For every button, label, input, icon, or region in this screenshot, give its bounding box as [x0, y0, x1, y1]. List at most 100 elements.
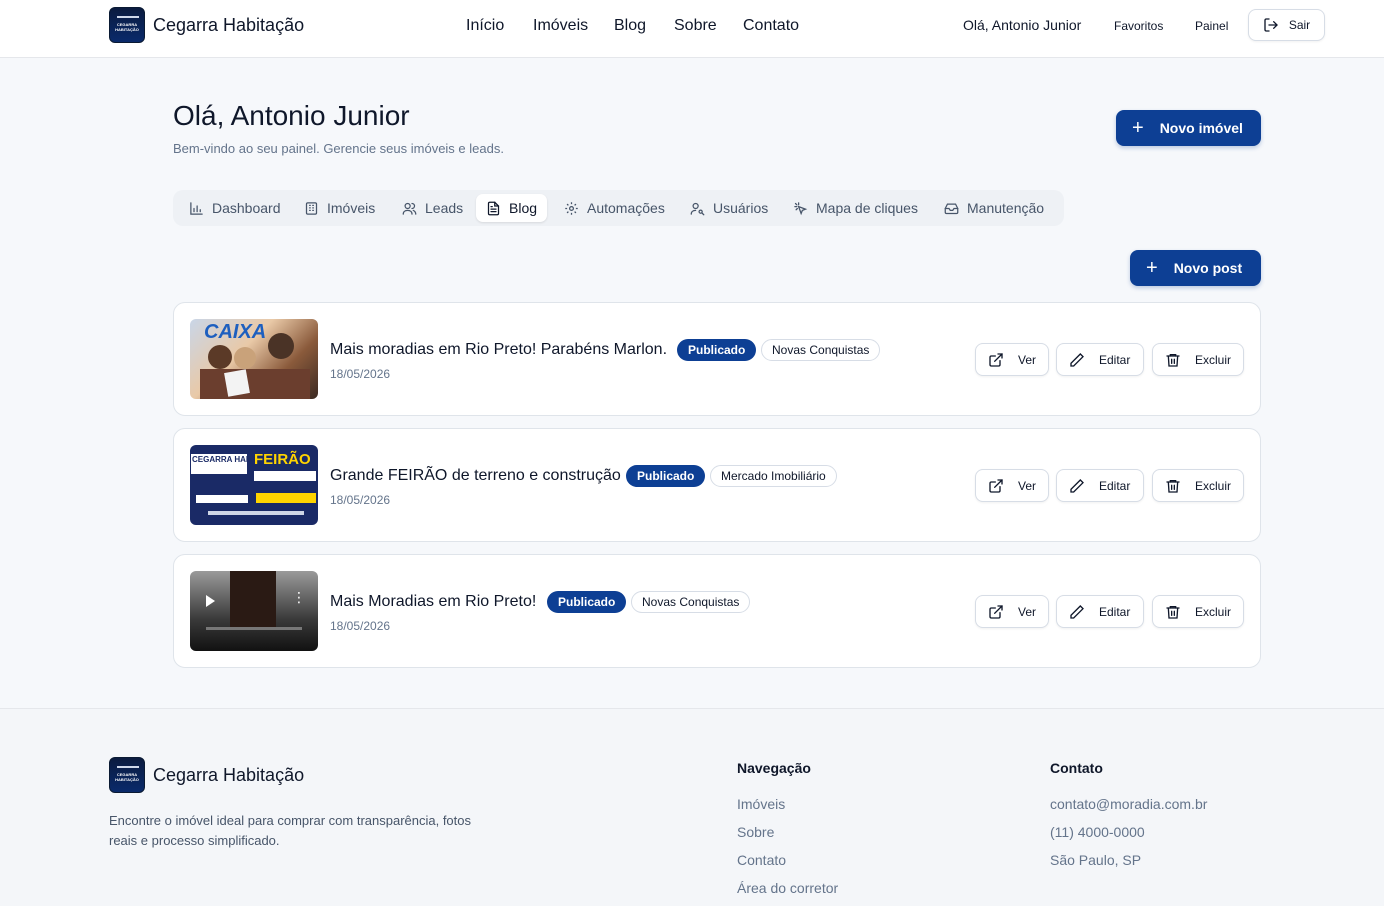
brand-logo-link[interactable]: CEGARRA HABITAÇÃO Cegarra Habitação: [109, 7, 304, 43]
top-header: CEGARRA HABITAÇÃO Cegarra Habitação Iníc…: [0, 0, 1384, 58]
delete-button[interactable]: Excluir: [1152, 343, 1244, 376]
tab-leads[interactable]: Leads: [392, 194, 473, 222]
category-badge: Novas Conquistas: [631, 591, 751, 613]
footer-logo-image: CEGARRA HABITAÇÃO: [109, 757, 145, 793]
footer-logo-text: CEGARRA HABITAÇÃO: [115, 772, 139, 782]
category-badge: Mercado Imobiliário: [710, 465, 837, 487]
category-badge: Novas Conquistas: [761, 339, 881, 361]
post-thumbnail: CAIXA: [190, 319, 318, 399]
status-badge: Publicado: [626, 465, 706, 487]
dashboard-tabs: Dashboard Imóveis Leads Blog Automações …: [173, 190, 1064, 226]
footer-link-imoveis[interactable]: Imóveis: [737, 796, 785, 812]
more-vertical-icon[interactable]: ⋮: [292, 590, 306, 604]
footer-link-contato[interactable]: Contato: [737, 852, 786, 868]
page-subtitle: Bem-vindo ao seu painel. Gerencie seus i…: [173, 141, 504, 156]
delete-label: Excluir: [1195, 478, 1232, 493]
logout-button[interactable]: Sair: [1248, 9, 1325, 41]
view-button[interactable]: Ver: [975, 343, 1049, 376]
delete-button[interactable]: Excluir: [1152, 595, 1244, 628]
plus-icon: +: [1132, 117, 1144, 139]
post-card: CEGARRA HABITAÇÃO FEIRÃO Grande FEIRÃO d…: [173, 428, 1261, 542]
status-badge: Publicado: [547, 591, 627, 613]
post-date: 18/05/2026: [330, 367, 391, 381]
view-label: Ver: [1018, 352, 1037, 367]
brand-logo-text: CEGARRA HABITAÇÃO: [115, 22, 139, 32]
post-title: Grande FEIRÃO de terreno e construção: [330, 467, 621, 484]
brand-logo-image: CEGARRA HABITAÇÃO: [109, 7, 145, 43]
post-thumbnail: ⋮: [190, 571, 318, 651]
user-greeting: Olá, Antonio Junior: [963, 17, 1082, 33]
panel-link[interactable]: Painel: [1195, 19, 1228, 33]
pointer-click-icon: [794, 201, 808, 215]
footer-link-sobre[interactable]: Sobre: [737, 824, 774, 840]
footer-contact-email[interactable]: contato@moradia.com.br: [1050, 796, 1207, 812]
pencil-icon: [1070, 352, 1084, 367]
view-button[interactable]: Ver: [975, 469, 1049, 502]
post-title: Mais moradias em Rio Preto! Parabéns Mar…: [330, 341, 668, 358]
nav-inicio[interactable]: Início: [466, 17, 504, 35]
nav-contato[interactable]: Contato: [743, 17, 799, 35]
pencil-icon: [1070, 478, 1084, 493]
post-card: ⋮ Mais Moradias em Rio Preto! Publicado …: [173, 554, 1261, 668]
tab-automacoes-label: Automações: [587, 200, 665, 216]
site-footer: CEGARRA HABITAÇÃO Cegarra Habitação Enco…: [0, 708, 1384, 906]
view-label: Ver: [1018, 604, 1037, 619]
user-key-icon: [690, 202, 705, 215]
post-thumbnail: CEGARRA HABITAÇÃO FEIRÃO: [190, 445, 318, 525]
footer-contact-heading: Contato: [1050, 760, 1103, 776]
document-icon: [487, 201, 500, 215]
inbox-icon: [944, 203, 959, 214]
footer-link-area-corretor[interactable]: Área do corretor: [737, 880, 838, 896]
gear-icon: [565, 201, 578, 215]
trash-icon: [1166, 479, 1180, 493]
users-icon: [402, 202, 417, 215]
play-icon[interactable]: [206, 595, 215, 607]
building-icon: [305, 201, 318, 215]
post-date: 18/05/2026: [330, 493, 391, 507]
new-property-label: Novo imóvel: [1159, 120, 1243, 136]
status-badge: Publicado: [677, 339, 757, 361]
view-label: Ver: [1018, 478, 1037, 493]
tab-mapa-label: Mapa de cliques: [816, 200, 918, 216]
tab-usuarios-label: Usuários: [713, 200, 769, 216]
external-link-icon: [989, 352, 1003, 367]
delete-button[interactable]: Excluir: [1152, 469, 1244, 502]
external-link-icon: [989, 604, 1003, 619]
edit-button[interactable]: Editar: [1056, 469, 1144, 502]
thumb-caption: FEIRÃO: [254, 451, 311, 468]
tab-manutencao[interactable]: Manutenção: [934, 194, 1054, 222]
nav-blog[interactable]: Blog: [614, 17, 646, 35]
edit-label: Editar: [1099, 478, 1131, 493]
footer-nav-heading: Navegação: [737, 760, 811, 776]
brand-name: Cegarra Habitação: [153, 14, 305, 35]
footer-logo[interactable]: CEGARRA HABITAÇÃO Cegarra Habitação: [109, 757, 304, 793]
tab-automacoes[interactable]: Automações: [554, 194, 675, 222]
tab-dashboard[interactable]: Dashboard: [179, 194, 291, 222]
edit-button[interactable]: Editar: [1056, 595, 1144, 628]
nav-sobre[interactable]: Sobre: [674, 17, 717, 35]
trash-icon: [1166, 605, 1180, 619]
favorites-link[interactable]: Favoritos: [1114, 19, 1163, 33]
nav-imoveis[interactable]: Imóveis: [533, 17, 588, 35]
tab-blog[interactable]: Blog: [476, 194, 548, 222]
edit-label: Editar: [1099, 352, 1131, 367]
tab-imoveis-label: Imóveis: [327, 200, 376, 216]
tab-blog-label: Blog: [509, 200, 538, 216]
new-post-button[interactable]: + Novo post: [1130, 250, 1261, 286]
page-title: Olá, Antonio Junior: [173, 100, 410, 131]
tab-usuarios[interactable]: Usuários: [680, 194, 778, 222]
view-button[interactable]: Ver: [975, 595, 1049, 628]
tab-mapa-de-cliques[interactable]: Mapa de cliques: [783, 194, 928, 222]
trash-icon: [1166, 353, 1180, 367]
tab-imoveis[interactable]: Imóveis: [294, 194, 385, 222]
edit-button[interactable]: Editar: [1056, 343, 1144, 376]
footer-description: Encontre o imóvel ideal para comprar com…: [109, 813, 472, 848]
new-property-button[interactable]: + Novo imóvel: [1116, 110, 1261, 146]
external-link-icon: [989, 478, 1003, 493]
tab-dashboard-label: Dashboard: [212, 200, 281, 216]
footer-contact-phone: (11) 4000-0000: [1050, 824, 1145, 840]
thumb-caption: CAIXA: [204, 321, 267, 343]
post-card: CAIXA Mais moradias em Rio Preto! Parabé…: [173, 302, 1261, 416]
delete-label: Excluir: [1195, 604, 1232, 619]
bar-chart-icon: [190, 201, 203, 215]
